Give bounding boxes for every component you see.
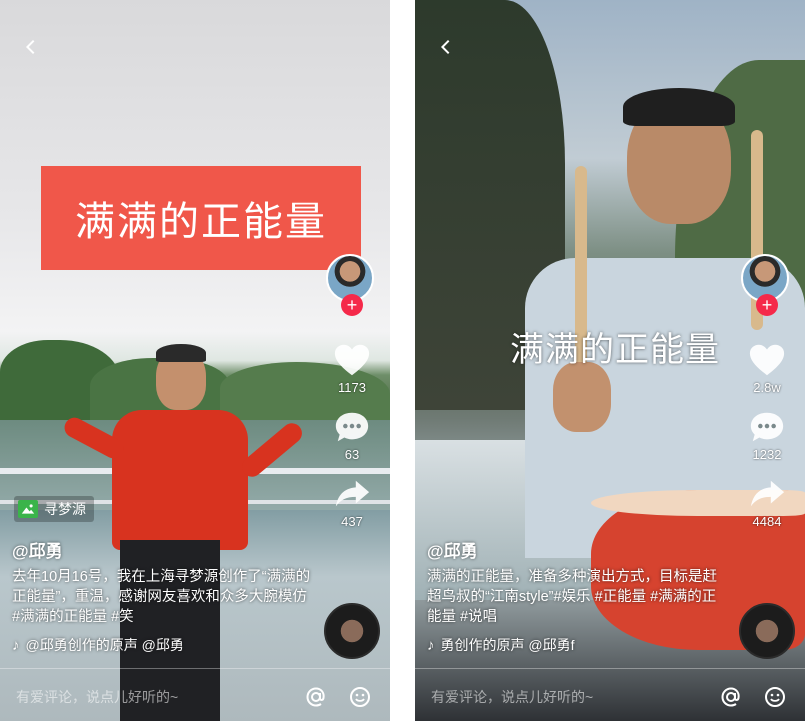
music-note-icon: ♪ (12, 636, 20, 654)
speech-bubble-icon (335, 412, 369, 442)
comment-count: 1232 (752, 447, 782, 462)
progress-line (415, 668, 805, 669)
comment-bar: 有爱评论，说点儿好听的~ (415, 672, 805, 721)
music-disc[interactable] (739, 603, 795, 659)
author-avatar-group: + (326, 254, 378, 320)
video-description: 满满的正能量，准备多种演出方式，目标是赶超鸟叔的“江南style”#娱乐 #正能… (427, 569, 717, 625)
source-tag[interactable]: 寻梦源 (14, 496, 94, 522)
back-button[interactable] (18, 34, 44, 60)
music-label: @邱勇创作的原声 @邱勇 (25, 637, 184, 653)
title-banner: 满满的正能量 (41, 166, 361, 270)
comment-input[interactable]: 有爱评论，说点儿好听的~ (16, 687, 302, 707)
username[interactable]: @邱勇 (12, 537, 63, 562)
like-count: 2.8w (753, 380, 781, 395)
image-icon (18, 500, 38, 518)
music-disc[interactable] (324, 603, 380, 659)
share-button[interactable]: 437 (322, 476, 382, 529)
mention-button[interactable] (717, 683, 745, 711)
video-description: 去年10月16号，我在上海寻梦源创作了“满满的正能量”，重温，感谢网友喜欢和众多… (12, 569, 311, 625)
comment-count: 63 (344, 447, 360, 462)
username[interactable]: @邱勇 (427, 537, 478, 562)
action-rail: + 1173 63 437 (322, 254, 382, 529)
music-info[interactable]: ♪ @邱勇创作的原声 @邱勇 (12, 635, 184, 655)
smiley-icon (350, 686, 370, 707)
at-icon (721, 686, 740, 707)
comment-button[interactable]: 63 (322, 409, 382, 462)
action-rail: + 2.8w 1232 4484 (737, 254, 797, 529)
like-button[interactable]: 1173 (322, 342, 382, 395)
follow-button[interactable]: + (341, 294, 363, 316)
smiley-icon (765, 686, 785, 707)
chevron-left-icon (25, 39, 35, 55)
share-count: 437 (341, 514, 363, 529)
music-note-icon: ♪ (427, 636, 435, 654)
back-button[interactable] (433, 34, 459, 60)
source-tag-label: 寻梦源 (44, 501, 86, 517)
plus-icon: + (346, 295, 358, 315)
video-screen-right: 满满的正能量 + 2.8w 1232 4484 @邱勇 满满的正能量，准备多种演… (415, 0, 805, 721)
comment-bar: 有爱评论，说点儿好听的~ (0, 672, 390, 721)
overlay-caption: 满满的正能量 (510, 330, 720, 370)
share-button[interactable]: 4484 (737, 476, 797, 529)
video-screen-left: 满满的正能量 + 1173 63 437 寻梦源 @邱勇 去年10月16号，我在… (0, 0, 390, 721)
emoji-button[interactable] (761, 683, 789, 711)
share-count: 4484 (752, 514, 782, 529)
comment-input[interactable]: 有爱评论，说点儿好听的~ (431, 687, 717, 707)
heart-icon (334, 344, 370, 376)
like-button[interactable]: 2.8w (737, 342, 797, 395)
heart-icon (749, 344, 785, 376)
chevron-left-icon (440, 39, 450, 55)
at-icon (306, 686, 325, 707)
music-label: 勇创作的原声 @邱勇f (440, 637, 575, 653)
like-count: 1173 (338, 380, 366, 395)
speech-bubble-icon (750, 412, 784, 442)
author-avatar-group: + (741, 254, 793, 320)
share-arrow-icon (335, 480, 370, 507)
follow-button[interactable]: + (756, 294, 778, 316)
progress-line (0, 668, 390, 669)
comment-button[interactable]: 1232 (737, 409, 797, 462)
share-arrow-icon (750, 480, 785, 507)
plus-icon: + (761, 295, 773, 315)
emoji-button[interactable] (346, 683, 374, 711)
mention-button[interactable] (302, 683, 330, 711)
music-info[interactable]: ♪ 勇创作的原声 @邱勇f (427, 635, 575, 655)
